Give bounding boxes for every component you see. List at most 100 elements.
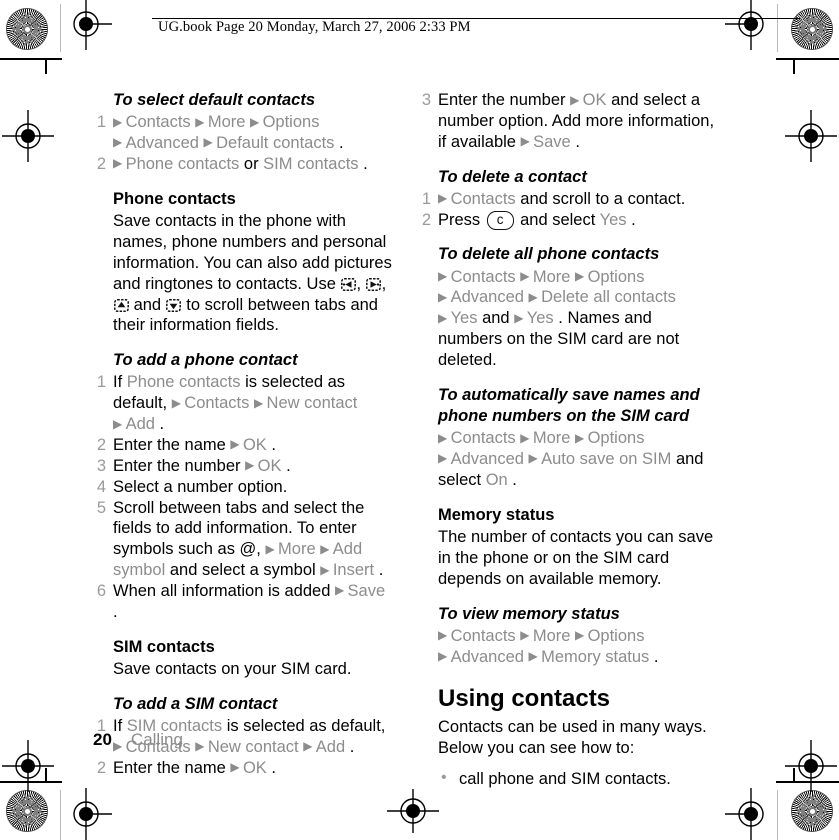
chapter-heading: Using contacts: [438, 685, 611, 713]
step-number: 1: [96, 373, 106, 392]
bullet-item: call phone and SIM contacts.: [418, 768, 718, 790]
procedure-heading: To delete all phone contacts: [438, 245, 660, 264]
menu-path-arrow-icon: ▶: [438, 649, 451, 664]
footer-page-number: 20: [93, 730, 112, 749]
procedure-heading: To automatically save names and phone nu…: [438, 385, 700, 425]
menu-item-label: Advanced: [450, 647, 529, 666]
menu-path-arrow-icon: ▶: [265, 541, 279, 556]
menu-path-arrow-icon: ▶: [438, 289, 451, 304]
registration-crosshair-bottom-left: [60, 788, 112, 840]
page-footer: 20 Calling: [93, 730, 183, 750]
step-number: 2: [96, 758, 106, 777]
step-item: 2 ▶ Phone contacts or SIM contacts .: [93, 154, 393, 175]
procedure-heading: To add a SIM contact: [113, 695, 278, 713]
menu-item-label: More: [207, 113, 251, 132]
body-paragraph: Save contacts on your SIM card.: [113, 660, 352, 679]
step-item: 2 Enter the name ▶ OK .: [93, 758, 393, 779]
registration-star-top-left: [6, 8, 48, 50]
step-number: 4: [96, 477, 106, 496]
menu-item-label: Contacts: [125, 113, 196, 132]
registration-crosshair-mid-right-lower: [785, 740, 837, 792]
menu-item-label: More: [532, 429, 576, 448]
menu-path-arrow-icon: ▶: [570, 92, 583, 107]
menu-item-label: Contacts: [450, 626, 521, 645]
menu-item-label: Insert: [332, 561, 379, 580]
menu-path-arrow-icon: ▶: [520, 628, 533, 643]
bullet-list: call phone and SIM contacts.: [418, 768, 718, 790]
menu-path-arrow-icon: ▶: [575, 269, 588, 284]
menu-path-arrow-icon: ▶: [438, 628, 451, 643]
step-item: 1 ▶ Contacts and scroll to a contact.: [418, 189, 718, 210]
step-item: 1 If Phone contacts is selected as defaul…: [93, 372, 393, 435]
crop-mark-tick-left: [45, 60, 47, 74]
step-item: 2 Enter the name ▶ OK .: [93, 435, 393, 456]
nav-left-key-icon: [341, 277, 356, 291]
footer-chapter-name: Calling: [130, 730, 183, 749]
menu-path-arrow-icon: ▶: [303, 739, 316, 754]
menu-item-label: Contacts: [184, 394, 254, 413]
menu-path-arrow-icon: ▶: [520, 269, 533, 284]
menu-path-arrow-icon: ▶: [528, 289, 542, 304]
menu-path-arrow-icon: ▶: [250, 114, 263, 129]
menu-item-label: Phone contacts: [126, 373, 246, 392]
menu-path-arrow-icon: ▶: [438, 191, 451, 206]
menu-path-arrow-icon: ▶: [245, 458, 258, 473]
numbered-step-list: 1 ▶ Contacts ▶ More ▶ Options ▶ Advanced …: [93, 112, 393, 175]
menu-path-arrow-icon: ▶: [320, 541, 333, 556]
registration-crosshair-mid-left-lower: [2, 740, 54, 792]
step-item: 3 Enter the number ▶ OK .: [93, 456, 393, 477]
registration-star-top-right: [791, 8, 833, 50]
step-item: 3 Enter the number ▶ OK and select a numb…: [418, 90, 718, 153]
menu-path-arrow-icon: ▶: [203, 135, 217, 150]
menu-path-arrow-icon: ▶: [520, 134, 534, 149]
menu-path-arrow-icon: ▶: [113, 156, 126, 171]
procedure-heading: To select default contacts: [113, 91, 316, 109]
menu-item-label: Add: [315, 737, 350, 756]
menu-path-arrow-icon: ▶: [528, 649, 542, 664]
menu-path-arrow-icon: ▶: [334, 583, 348, 598]
menu-path-arrow-icon: ▶: [253, 395, 267, 410]
menu-path-arrow-icon: ▶: [113, 135, 126, 150]
registration-crosshair-mid-right: [785, 110, 837, 162]
menu-path-arrow-icon: ▶: [575, 430, 588, 445]
section-heading: Memory status: [438, 505, 555, 524]
menu-path-arrow-icon: ▶: [528, 451, 542, 466]
menu-item-label: Options: [587, 267, 645, 286]
crop-mark-tick-right: [793, 60, 795, 74]
step-number: 2: [96, 435, 106, 454]
section-heading: SIM contacts: [113, 637, 215, 656]
menu-path-arrow-icon: ▶: [320, 562, 333, 577]
step-item: 1 ▶ Contacts ▶ More ▶ Options ▶ Advanced …: [93, 112, 393, 154]
crop-mark-tick-right-bottom: [793, 768, 795, 782]
menu-item-label: Yes: [450, 309, 483, 328]
menu-item-label: Contacts: [450, 429, 521, 448]
left-text-column: To select default contacts 1 ▶ Contacts ▶ …: [93, 90, 393, 779]
menu-item-label: Add: [125, 415, 160, 434]
menu-path-arrow-icon: ▶: [230, 437, 243, 452]
menu-path-arrow-icon: ▶: [514, 310, 527, 325]
menu-item-label: OK: [242, 758, 272, 777]
registration-star-bottom-left: [6, 790, 48, 832]
procedure-heading: To view memory status: [438, 604, 620, 623]
menu-path-arrow-icon: ▶: [195, 739, 208, 754]
registration-crosshair-bottom-right: [725, 788, 777, 840]
menu-item-label: More: [532, 626, 576, 645]
menu-item-label: Default contacts: [216, 133, 340, 152]
menu-item-label: Advanced: [125, 133, 204, 152]
menu-path-line: ▶ Contacts ▶ More ▶ Options ▶ Advanced ▶…: [438, 267, 680, 369]
menu-path-arrow-icon: ▶: [195, 114, 208, 129]
menu-item-label: SIM contacts: [263, 154, 364, 173]
crop-mark-top-right: [776, 58, 839, 60]
menu-path-arrow-icon: ▶: [230, 760, 243, 775]
step-number: 3: [421, 91, 431, 109]
menu-item-label: New contact: [207, 737, 304, 756]
menu-item-label: Phone contacts: [125, 154, 244, 173]
menu-path-arrow-icon: ▶: [575, 628, 588, 643]
menu-item-label: Options: [587, 626, 645, 645]
nav-up-key-icon: [113, 298, 129, 312]
clear-key-icon: c: [486, 210, 514, 231]
right-text-column: 3 Enter the number ▶ OK and select a numb…: [418, 90, 718, 790]
page-edge-line-right: [777, 4, 779, 52]
header-slug: UG.book Page 20 Monday, March 27, 2006 2…: [158, 19, 471, 35]
step-number: 2: [96, 154, 106, 173]
